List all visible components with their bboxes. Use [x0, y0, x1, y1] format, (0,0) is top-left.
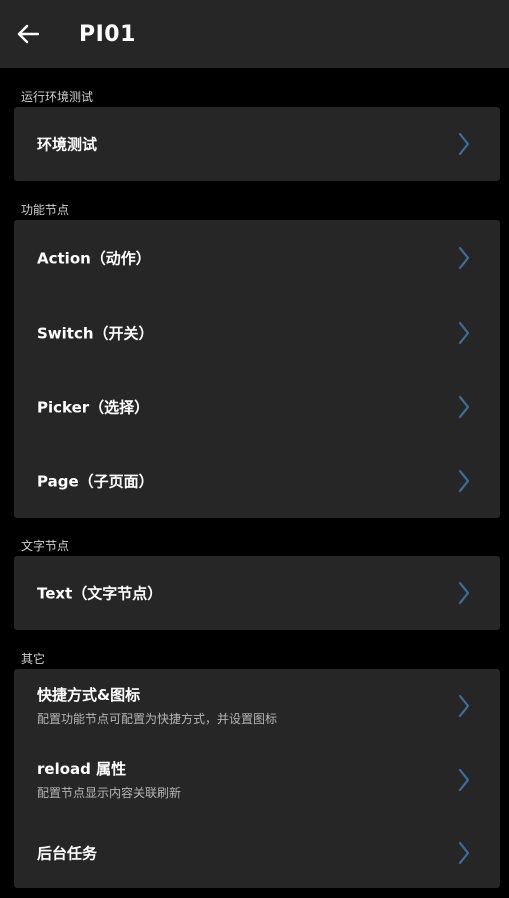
chevron-right-icon: [458, 395, 470, 419]
chevron-right-icon: [458, 321, 470, 344]
list-item-label: Picker（选择）: [37, 398, 150, 417]
list-item-action[interactable]: Action（动作）: [14, 220, 500, 295]
list-item-env-test[interactable]: 环境测试: [14, 107, 500, 181]
app-bar: PI01: [0, 0, 509, 68]
list-item-switch[interactable]: Switch（开关）: [14, 295, 500, 370]
list-item-label: Action（动作）: [37, 249, 151, 267]
arrow-left-icon: [17, 24, 39, 44]
list-item-label: Switch（开关）: [37, 324, 154, 342]
card-nodes: Action（动作） Switch（开关） Picker（选择） Page（子页…: [14, 220, 500, 518]
list-item-subtitle: 配置节点显示内容关联刷新: [37, 786, 182, 800]
chevron-right-icon: [458, 768, 470, 792]
back-button[interactable]: [14, 20, 42, 48]
page-title: PI01: [79, 22, 136, 47]
list-item-label: 快捷方式&图标: [37, 686, 141, 704]
list-item-text[interactable]: Text（文字节点）: [14, 556, 500, 630]
section-header-other: 其它: [21, 652, 46, 666]
card-env: 环境测试: [14, 107, 500, 181]
list-item-subtitle: 配置功能节点可配置为快捷方式，并设置图标: [37, 712, 278, 726]
list-item-label: reload 属性: [37, 760, 127, 778]
list-item-label: 环境测试: [37, 135, 98, 154]
section-header-text: 文字节点: [21, 539, 70, 553]
list-item-page[interactable]: Page（子页面）: [14, 444, 500, 518]
card-other: 快捷方式&图标 配置功能节点可配置为快捷方式，并设置图标 reload 属性 配…: [14, 669, 500, 888]
chevron-right-icon: [458, 132, 470, 156]
chevron-right-icon: [458, 694, 470, 718]
list-item-background-task[interactable]: 后台任务: [14, 817, 500, 888]
card-text: Text（文字节点）: [14, 556, 500, 630]
list-item-label: Text（文字节点）: [37, 584, 163, 603]
list-item-label: Page（子页面）: [37, 472, 154, 491]
list-item-picker[interactable]: Picker（选择）: [14, 370, 500, 444]
chevron-right-icon: [458, 841, 470, 864]
chevron-right-icon: [458, 581, 470, 605]
list-item-shortcut[interactable]: 快捷方式&图标 配置功能节点可配置为快捷方式，并设置图标: [14, 669, 500, 743]
section-header-nodes: 功能节点: [21, 203, 70, 217]
list-item-reload[interactable]: reload 属性 配置节点显示内容关联刷新: [14, 743, 500, 817]
list-item-label: 后台任务: [37, 844, 98, 862]
chevron-right-icon: [458, 246, 470, 269]
chevron-right-icon: [458, 469, 470, 493]
section-header-env: 运行环境测试: [21, 90, 94, 104]
